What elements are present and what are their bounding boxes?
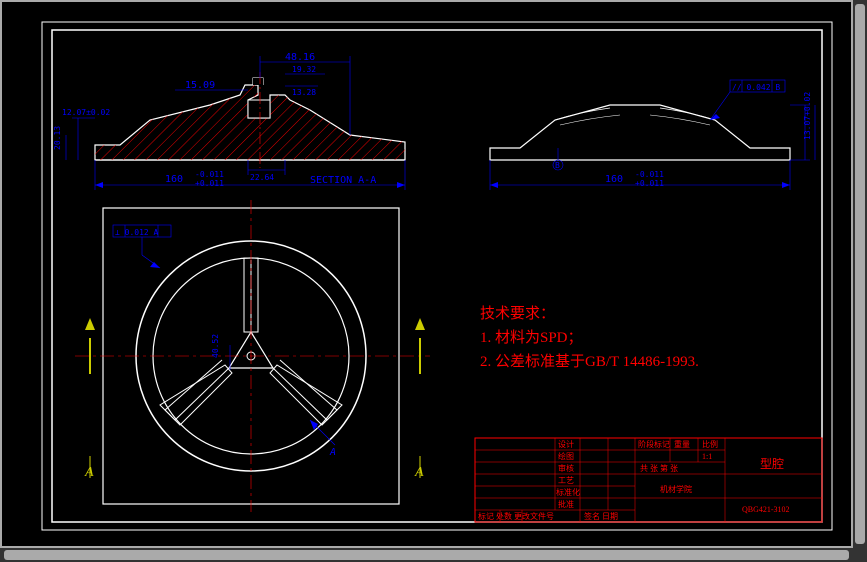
section-marker-right: A [414, 318, 425, 480]
svg-text:QBG421-3102: QBG421-3102 [742, 505, 790, 514]
svg-text:型腔: 型腔 [760, 456, 784, 471]
svg-text:绘图: 绘图 [558, 451, 574, 461]
cad-canvas: 48.16 19.32 13.28 15.09 12.07±0.02 20.13… [0, 0, 867, 562]
notes-title: 技术要求： [480, 305, 555, 322]
dim-v1: 12.07±0.02 [62, 108, 110, 117]
dim-160-l-t2: +0.011 [195, 179, 224, 188]
svg-text:机材学院: 机材学院 [660, 484, 692, 494]
scrollbar-vertical-thumb[interactable] [855, 4, 865, 544]
svg-text:设计: 设计 [558, 439, 574, 449]
tech-notes: 技术要求： 1. 材料为SPD； 2. 公差标准基于GB/T 14486-199… [480, 305, 699, 370]
plan-dim: 40.52 [211, 334, 220, 358]
dim-v2: 20.13 [53, 126, 62, 150]
gdt-1: ⊥ 0.012 A [115, 228, 159, 237]
side-elevation: // 0.042 B 13.07+0.02 B 160 -0.011 +0.01… [490, 80, 815, 190]
svg-text:签名 日期: 签名 日期 [584, 511, 618, 521]
svg-text:阶段标记: 阶段标记 [638, 439, 670, 449]
dim-rv: 13.07+0.02 [803, 92, 812, 140]
window-border [1, 1, 852, 547]
notes-1: 1. 材料为SPD； [480, 329, 583, 346]
section-marker-left: A [84, 318, 95, 480]
scrollbar-corner [853, 548, 867, 562]
svg-text:批准: 批准 [558, 499, 574, 509]
svg-text:A: A [329, 447, 336, 458]
datum-b: B [555, 161, 560, 170]
plan-view: ⊥ 0.012 A A 40.52 A A [75, 200, 430, 512]
svg-text:重量: 重量 [674, 439, 690, 449]
dim-48: 48.16 [285, 52, 315, 63]
section-view: 48.16 19.32 13.28 15.09 12.07±0.02 20.13… [53, 52, 405, 190]
svg-text:标准化: 标准化 [556, 487, 580, 497]
title-block: 设计 绘图 审核 工艺 标准化 批准 阶段标记 重量 比例 1:1 共 张 第 … [475, 438, 822, 522]
svg-text:工艺: 工艺 [558, 476, 574, 485]
marker-a1: A [84, 465, 94, 480]
section-label: SECTION A-A [310, 175, 376, 186]
dim-160-l: 160 [165, 174, 183, 185]
svg-text:审核: 审核 [558, 463, 574, 473]
svg-text:1:1: 1:1 [702, 452, 712, 461]
svg-text:标记 处数 更改文件号: 标记 处数 更改文件号 [478, 511, 554, 521]
drawing-frame-outer [42, 22, 832, 530]
svg-text:比例: 比例 [702, 439, 718, 449]
dim-160-r: 160 [605, 174, 623, 185]
svg-text:共 张 第 张: 共 张 第 张 [640, 463, 678, 473]
marker-a2: A [414, 465, 424, 480]
dim-160-l-t1: -0.011 [195, 170, 224, 179]
dim-160-r-t2: +0.011 [635, 179, 664, 188]
dim-22: 22.64 [250, 173, 274, 182]
dim-13: 13.28 [292, 88, 316, 97]
notes-2: 2. 公差标准基于GB/T 14486-1993. [480, 353, 699, 370]
scrollbar-horizontal-thumb[interactable] [4, 550, 849, 560]
dim-160-r-t1: -0.011 [635, 170, 664, 179]
dim-19: 19.32 [292, 65, 316, 74]
gdt-2: // 0.042 B [732, 83, 780, 92]
dim-15: 15.09 [185, 80, 215, 91]
